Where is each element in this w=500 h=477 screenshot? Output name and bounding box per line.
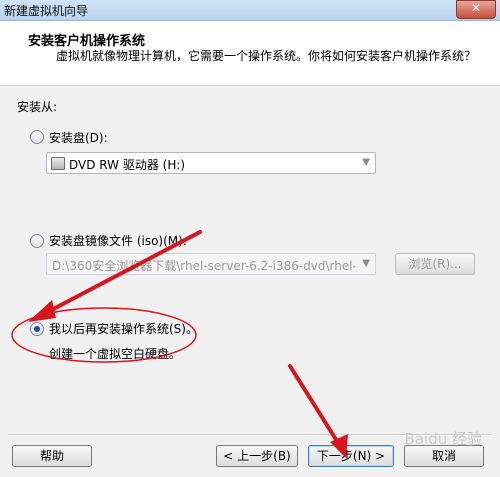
annotation-arrowhead-1 <box>28 300 56 322</box>
window-title: 新建虚拟机向导 <box>4 4 89 18</box>
dvd-drive-icon <box>51 157 65 170</box>
install-later-description: 创建一个虚拟空白硬盘。 <box>49 347 182 361</box>
help-button[interactable]: 帮助 <box>12 445 92 467</box>
close-button[interactable]: ✕ <box>456 0 496 19</box>
chevron-down-icon: ▼ <box>362 258 370 269</box>
disc-radio-label[interactable]: 安装盘(D): <box>49 129 108 146</box>
next-button[interactable]: 下一步(N) > <box>308 445 394 467</box>
iso-path-value: D:\360安全浏览器下载\rhel-server-6.2-i386-dvd\r… <box>52 259 355 273</box>
watermark: Baidu 经验 <box>404 430 482 448</box>
chevron-down-icon: ▼ <box>362 157 370 168</box>
page-description: 虚拟机就像物理计算机，它需要一个操作系统。你将如何安装客户机操作系统？ <box>56 49 477 63</box>
close-icon: ✕ <box>471 1 482 15</box>
disc-radio[interactable] <box>30 130 44 144</box>
iso-radio[interactable] <box>30 234 44 248</box>
disc-drive-select[interactable]: DVD RW 驱动器 (H:) ▼ <box>46 152 376 174</box>
disc-drive-value: DVD RW 驱动器 (H:) <box>69 158 186 172</box>
wizard-header: 安装客户机操作系统 虚拟机就像物理计算机，它需要一个操作系统。你将如何安装客户机… <box>0 21 500 86</box>
page-title: 安装客户机操作系统 <box>28 34 146 49</box>
iso-path-select[interactable]: D:\360安全浏览器下载\rhel-server-6.2-i386-dvd\r… <box>46 253 376 275</box>
iso-radio-label[interactable]: 安装盘镜像文件 (iso)(M): <box>49 232 187 249</box>
install-from-label: 安装从: <box>17 100 58 114</box>
install-later-label[interactable]: 我以后再安装操作系统(S)。 <box>49 320 198 337</box>
browse-button[interactable]: 浏览(R)... <box>395 253 475 275</box>
title-bar: 新建虚拟机向导 ✕ <box>0 0 500 21</box>
install-later-radio[interactable] <box>30 322 44 336</box>
back-button[interactable]: < 上一步(B) <box>216 445 298 467</box>
